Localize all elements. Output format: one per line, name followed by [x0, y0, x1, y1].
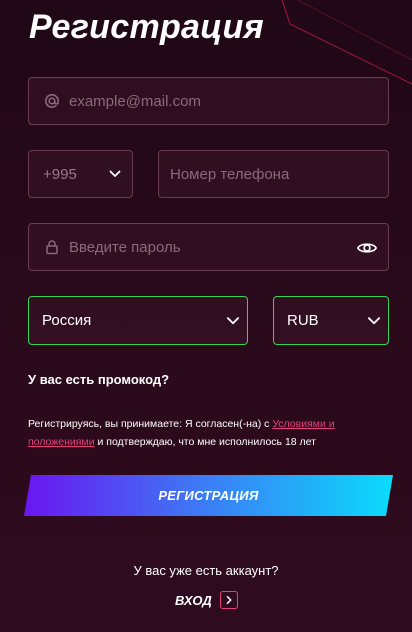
login-label: ВХОД	[175, 592, 212, 608]
phone-code-select[interactable]: +995	[28, 150, 133, 198]
email-placeholder: example@mail.com	[69, 92, 201, 110]
register-button[interactable]: РЕГИСТРАЦИЯ	[24, 475, 393, 516]
password-placeholder: Введите пароль	[69, 238, 181, 256]
chevron-down-icon	[225, 313, 241, 329]
chevron-down-icon	[108, 167, 122, 181]
country-value: Россия	[42, 312, 92, 329]
country-select[interactable]: Россия	[28, 296, 248, 345]
phone-field[interactable]: Номер телефона	[158, 150, 389, 198]
currency-value: RUB	[287, 312, 319, 329]
lock-icon	[43, 238, 61, 256]
phone-placeholder: Номер телефона	[170, 165, 290, 183]
password-field[interactable]: Введите пароль	[28, 223, 389, 271]
promo-code-link[interactable]: У вас есть промокод?	[28, 372, 169, 387]
terms-suffix: и подтверждаю, что мне исполнилось 18 ле…	[94, 436, 316, 448]
currency-select[interactable]: RUB	[273, 296, 389, 345]
phone-code-value: +995	[43, 165, 77, 183]
page-title: Регистрация	[29, 8, 264, 46]
login-link[interactable]: ВХОД	[175, 591, 238, 609]
chevron-right-icon	[219, 591, 238, 609]
terms-text: Регистрируясь, вы принимаете: Я согласен…	[28, 415, 386, 451]
at-icon	[43, 92, 61, 110]
eye-icon[interactable]	[355, 236, 379, 260]
email-field[interactable]: example@mail.com	[28, 77, 389, 125]
chevron-down-icon	[366, 313, 382, 329]
have-account-text: У вас уже есть аккаунт?	[133, 563, 279, 578]
terms-prefix: Регистрируясь, вы принимаете: Я согласен…	[28, 418, 273, 430]
